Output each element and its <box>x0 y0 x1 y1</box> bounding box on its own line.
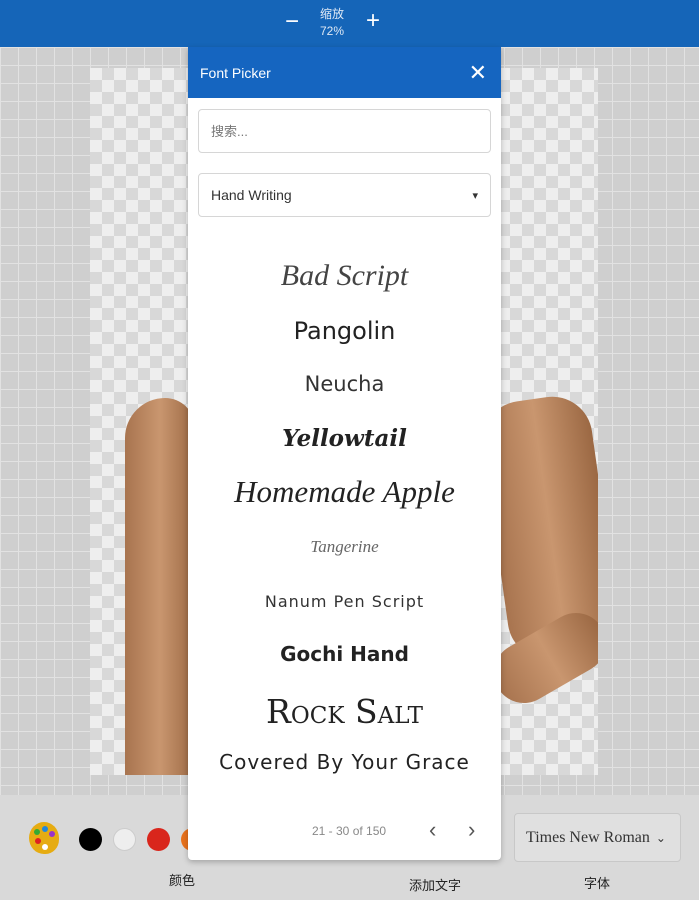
font-option[interactable]: Bad Script <box>188 259 501 293</box>
font-option[interactable]: Yellowtail <box>188 425 501 452</box>
zoom-in-button[interactable]: + <box>362 7 384 35</box>
font-option[interactable]: Covered By Your Grace <box>188 750 501 774</box>
font-search-input[interactable] <box>198 109 491 153</box>
font-picker-dialog: Font Picker ✕ Hand Writing ▾ Bad Script … <box>188 47 501 860</box>
palette-icon[interactable] <box>29 822 59 854</box>
color-label: 颜色 <box>169 873 196 888</box>
chevron-down-icon: ⌄ <box>655 830 666 845</box>
category-value: Hand Writing <box>211 187 292 203</box>
next-page-button[interactable]: › <box>468 817 475 843</box>
font-selector[interactable]: Times New Roman ⌄ <box>514 813 681 862</box>
chevron-down-icon: ▾ <box>472 189 478 202</box>
font-option[interactable]: Pangolin <box>188 317 501 345</box>
close-icon[interactable]: ✕ <box>469 61 487 84</box>
current-font: Times New Roman <box>526 828 650 846</box>
font-label: 字体 <box>584 876 611 891</box>
font-option[interactable]: Gochi Hand <box>188 642 501 666</box>
add-text-label[interactable]: 添加文字 <box>409 875 461 894</box>
font-option[interactable]: Rock Salt <box>188 692 501 731</box>
zoom-indicator: 缩放 72% <box>312 6 352 40</box>
font-option[interactable]: Nanum Pen Script <box>188 592 501 611</box>
font-option[interactable]: Tangerine <box>188 537 501 557</box>
top-toolbar: − 缩放 72% + <box>0 0 699 47</box>
dialog-header: Font Picker ✕ <box>188 47 501 98</box>
color-swatch-black[interactable] <box>79 828 102 851</box>
color-swatch-white[interactable] <box>113 828 136 851</box>
font-option[interactable]: Homemade Apple <box>188 474 501 510</box>
pagination-info: 21 - 30 of 150 <box>312 824 387 838</box>
zoom-label: 缩放 <box>319 7 344 21</box>
category-select[interactable]: Hand Writing ▾ <box>198 173 491 217</box>
zoom-value: 72% <box>319 24 345 38</box>
font-option[interactable]: Neucha <box>188 372 501 396</box>
prev-page-button[interactable]: ‹ <box>429 817 436 843</box>
color-swatch-red[interactable] <box>147 828 170 851</box>
dialog-title: Font Picker <box>200 64 271 81</box>
zoom-out-button[interactable]: − <box>281 8 303 36</box>
photo-arm-left <box>125 398 195 775</box>
